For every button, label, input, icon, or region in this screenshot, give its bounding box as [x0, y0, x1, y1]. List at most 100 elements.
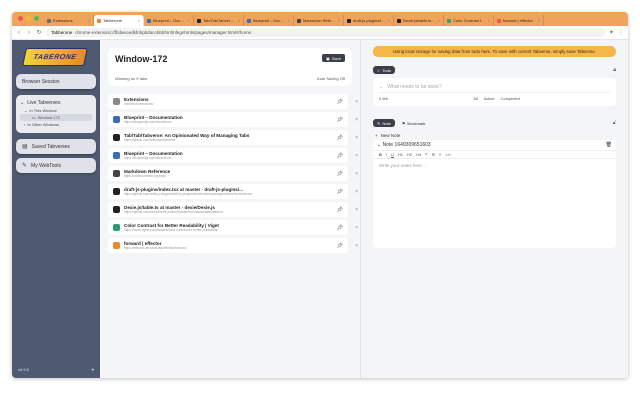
filter-all[interactable]: All [473, 96, 477, 101]
bookmark-chip[interactable]: ⚑ Bookmark [398, 119, 430, 127]
filter-completed[interactable]: Completed [501, 96, 520, 101]
tab-list-item[interactable]: Blueprint – Documentation https://bluepri… [108, 112, 358, 127]
heading-two-icon[interactable]: H2 [407, 152, 412, 157]
pin-icon[interactable]: 📌︎ [337, 207, 343, 213]
bold-icon[interactable]: B [379, 152, 382, 157]
pin-icon[interactable]: 📌︎ [337, 225, 343, 231]
close-icon[interactable]: × [355, 99, 358, 105]
bulleted-list-icon[interactable]: ☰ [431, 152, 435, 157]
tab-list-item[interactable]: Tab/Tab/Tabverse: An Opinionated Way of … [108, 130, 358, 145]
note-chip[interactable]: ✎ Note [373, 119, 395, 127]
chevron-down-icon: ⌄ [377, 142, 382, 148]
browser-tab[interactable]: forward | effector × [494, 15, 544, 26]
favicon-icon [347, 18, 351, 23]
close-icon[interactable]: × [355, 207, 358, 213]
close-icon[interactable]: × [188, 18, 190, 23]
note-title[interactable]: ⌄ Note 1649309651603 [377, 142, 431, 148]
browser-tab[interactable]: draft-js-plugins/index.tsx at...× [344, 15, 394, 26]
forward-icon[interactable]: › [26, 30, 32, 36]
tab-list-item[interactable]: forward | effector https://effector.dev/d… [108, 238, 358, 253]
tree-window-item[interactable]: ▭ Window-172 [20, 114, 92, 121]
url-field[interactable]: Tabberone chrome-extension://fbdaeoedkfn… [46, 28, 605, 37]
italic-icon[interactable]: I [386, 152, 387, 157]
live-tabverses-header[interactable]: ⌄ Live Tabverses [20, 98, 92, 107]
pin-icon[interactable]: 📌︎ [337, 189, 343, 195]
favicon-icon [397, 18, 401, 23]
my-webtools-button[interactable]: ✎ My WebTools [16, 158, 96, 173]
close-icon[interactable]: × [355, 189, 358, 195]
pin-icon[interactable]: 📌︎ [337, 135, 343, 141]
close-icon[interactable]: × [138, 18, 140, 23]
browser-tab[interactable]: Dexie.js/table.ts at master× [394, 15, 444, 26]
browser-tab-label: Tab/Tab/Tabverse: An Opi... [203, 18, 236, 23]
underline-icon[interactable]: U [391, 152, 394, 157]
todo-chip[interactable]: ✓ Todo [373, 66, 396, 74]
note-editor[interactable]: Write your notes here ... [373, 159, 616, 172]
pin-icon[interactable]: 📌︎ [337, 243, 343, 249]
tab-url: chrome://extensions/ [124, 102, 154, 106]
close-icon[interactable]: × [355, 117, 358, 123]
lock-icon[interactable]: 🔒︎ [613, 67, 616, 73]
favicon-icon [197, 18, 201, 23]
browser-session-button[interactable]: Browser Session [16, 74, 96, 89]
favicon-icon [113, 152, 120, 159]
close-icon[interactable]: × [288, 18, 290, 23]
chevron-down-icon: ⌄ [24, 108, 28, 113]
pin-icon[interactable]: 📌︎ [337, 153, 343, 159]
tab-list-item[interactable]: Color Contrast for Better Readability | … [108, 220, 358, 235]
filter-active[interactable]: Active [484, 96, 495, 101]
reload-icon[interactable]: ↻ [36, 29, 42, 36]
app: TABERONE Browser Session ⌄ Live Tabverse… [12, 40, 628, 378]
pin-icon[interactable]: 📌︎ [337, 117, 343, 123]
tab-list-item[interactable]: Dexie.js/table.ts at master · dexie/Dexi… [108, 202, 358, 217]
close-icon[interactable]: × [355, 153, 358, 159]
close-icon[interactable]: × [355, 135, 358, 141]
tab-list-item[interactable]: Blueprint – Documentation https://bluepri… [108, 148, 358, 163]
close-icon[interactable]: × [355, 225, 358, 231]
chevron-down-icon[interactable]: ⌄ [379, 84, 383, 90]
plus-icon: + [375, 133, 378, 138]
quote-icon[interactable]: ❝ [425, 152, 427, 157]
tree-in-other-windows[interactable]: › In Other Windows [20, 121, 92, 128]
close-icon[interactable]: × [238, 18, 240, 23]
extension-icon[interactable]: ✦ [609, 29, 614, 36]
new-note-button[interactable]: + New Note [373, 131, 616, 140]
trash-icon[interactable]: 🗑︎ [606, 142, 612, 148]
tab-url: https://www.vigets.com/articles/color-co… [124, 228, 219, 232]
tree-in-this-window[interactable]: ⌄ In This Window [20, 107, 92, 114]
code-icon[interactable]: </> [445, 152, 451, 157]
close-icon[interactable]: × [88, 18, 90, 23]
close-icon[interactable]: × [355, 171, 358, 177]
tab-list-item[interactable]: draft-js-plugins/index.tsx at master · d… [108, 184, 358, 199]
save-button[interactable]: ▣ Save [322, 54, 345, 62]
browser-tab[interactable]: Blueprint – Documentation× [244, 15, 294, 26]
close-icon[interactable]: × [355, 243, 358, 249]
tab-list-item[interactable]: Markdown Reference https://commonmark.org… [108, 166, 358, 181]
auto-saving-toggle[interactable]: Auto Saving Off [317, 76, 345, 81]
todo-input[interactable]: ⌄ What needs to be done? [379, 82, 610, 93]
window-controls[interactable] [18, 16, 39, 21]
close-icon[interactable]: × [488, 18, 490, 23]
close-icon[interactable]: × [438, 18, 440, 23]
heart-icon[interactable]: ♥ [92, 367, 94, 372]
heading-one-icon[interactable]: H1 [398, 152, 403, 157]
tab-list-item[interactable]: Extensions chrome://extensions/📌︎ × [108, 94, 358, 109]
menu-icon[interactable]: ⋮ [618, 29, 624, 36]
browser-tab[interactable]: Extensions × [44, 15, 94, 26]
window-title[interactable]: Window-172 [115, 54, 345, 64]
close-icon[interactable]: × [338, 18, 340, 23]
pin-icon[interactable]: 📌︎ [337, 99, 343, 105]
close-icon[interactable]: × [388, 18, 390, 23]
browser-tab[interactable]: Tab/Tab/Tabverse: An Opi...× [194, 15, 244, 26]
browser-tab[interactable]: Tabberone × [94, 15, 144, 26]
close-icon[interactable]: × [538, 18, 540, 23]
saved-tabverses-button[interactable]: ▤ Saved Tabverses [16, 139, 96, 154]
numbered-list-icon[interactable]: ≡ [439, 152, 441, 157]
heading-three-icon[interactable]: H3 [416, 152, 421, 157]
back-icon[interactable]: ‹ [16, 30, 22, 36]
browser-tab[interactable]: Blueprint – Documentation× [144, 15, 194, 26]
browser-tab[interactable]: Color Contrast for Better Re...× [444, 15, 494, 26]
lock-icon[interactable]: 🔓︎ [613, 120, 616, 126]
pin-icon[interactable]: 📌︎ [337, 171, 343, 177]
browser-tab[interactable]: Markdown Reference× [294, 15, 344, 26]
